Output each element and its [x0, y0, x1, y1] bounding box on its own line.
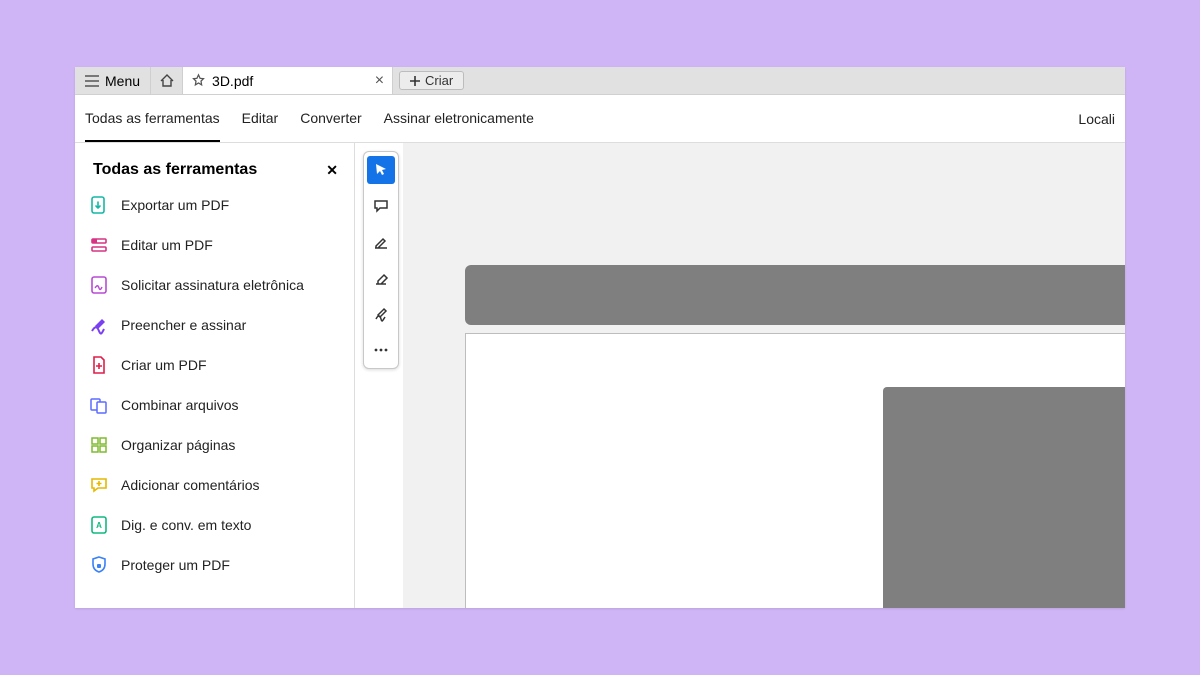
- cursor-icon: [373, 162, 389, 178]
- comment-icon: [373, 198, 389, 214]
- create-tab-button[interactable]: Criar: [399, 71, 464, 90]
- workspace: Todas as ferramentas ✕ Exportar um PDF E…: [75, 143, 1125, 608]
- export-pdf-icon: [89, 195, 109, 215]
- tool-label: Editar um PDF: [121, 237, 213, 253]
- home-icon: [159, 73, 175, 89]
- fill-sign-icon: [89, 315, 109, 335]
- create-pdf-icon: [89, 355, 109, 375]
- nav-item-sign[interactable]: Assinar eletronicamente: [384, 96, 534, 142]
- sidebar-title: Todas as ferramentas: [93, 161, 257, 179]
- document-area[interactable]: [403, 143, 1125, 608]
- tool-sign[interactable]: [367, 300, 395, 328]
- tool-label: Combinar arquivos: [121, 397, 239, 413]
- tool-scan-ocr[interactable]: A Dig. e conv. em texto: [89, 515, 340, 535]
- pen-icon: [373, 306, 389, 322]
- request-signature-icon: [89, 275, 109, 295]
- protect-pdf-icon: [89, 555, 109, 575]
- menu-button[interactable]: Menu: [75, 67, 151, 94]
- nav-item-convert[interactable]: Converter: [300, 96, 361, 142]
- sidebar-close-button[interactable]: ✕: [326, 162, 338, 179]
- tool-comment[interactable]: [367, 192, 395, 220]
- tool-protect-pdf[interactable]: Proteger um PDF: [89, 555, 340, 575]
- hamburger-icon: [85, 75, 99, 87]
- tab-title: 3D.pdf: [212, 73, 253, 89]
- tool-highlight[interactable]: [367, 228, 395, 256]
- tool-label: Dig. e conv. em texto: [121, 517, 251, 533]
- tool-create-pdf[interactable]: Criar um PDF: [89, 355, 340, 375]
- tool-label: Proteger um PDF: [121, 557, 230, 573]
- tool-label: Adicionar comentários: [121, 477, 260, 493]
- app-window: Menu 3D.pdf × Criar Todas as ferramentas…: [75, 67, 1125, 608]
- menu-label: Menu: [105, 73, 140, 89]
- tool-label: Preencher e assinar: [121, 317, 246, 333]
- plus-icon: [410, 76, 420, 86]
- tool-label: Solicitar assinatura eletrônica: [121, 277, 304, 293]
- tool-export-pdf[interactable]: Exportar um PDF: [89, 195, 340, 215]
- nav-item-find[interactable]: Locali: [1078, 111, 1115, 127]
- placeholder-block-top: [465, 265, 1125, 325]
- create-label: Criar: [425, 73, 453, 88]
- placeholder-block-side: [883, 387, 1125, 608]
- document-tab[interactable]: 3D.pdf ×: [183, 67, 393, 94]
- sidebar-header: Todas as ferramentas ✕: [83, 155, 346, 191]
- tool-strip-container: [355, 143, 403, 608]
- scan-ocr-icon: A: [89, 515, 109, 535]
- more-icon: [373, 348, 389, 352]
- organize-pages-icon: [89, 435, 109, 455]
- tab-close-button[interactable]: ×: [375, 72, 384, 90]
- nav-item-edit[interactable]: Editar: [242, 96, 279, 142]
- nav-bar: Todas as ferramentas Editar Converter As…: [75, 95, 1125, 143]
- tool-label: Criar um PDF: [121, 357, 207, 373]
- add-comments-icon: [89, 475, 109, 495]
- combine-files-icon: [89, 395, 109, 415]
- tool-organize-pages[interactable]: Organizar páginas: [89, 435, 340, 455]
- home-button[interactable]: [151, 67, 183, 94]
- tool-eraser[interactable]: [367, 264, 395, 292]
- tab-bar: Menu 3D.pdf × Criar: [75, 67, 1125, 95]
- tool-add-comments[interactable]: Adicionar comentários: [89, 475, 340, 495]
- tool-edit-pdf[interactable]: Editar um PDF: [89, 235, 340, 255]
- tool-combine-files[interactable]: Combinar arquivos: [89, 395, 340, 415]
- tool-label: Organizar páginas: [121, 437, 235, 453]
- eraser-icon: [373, 270, 389, 286]
- tools-sidebar: Todas as ferramentas ✕ Exportar um PDF E…: [75, 143, 355, 608]
- nav-item-all-tools[interactable]: Todas as ferramentas: [85, 96, 220, 142]
- svg-text:A: A: [96, 521, 102, 530]
- tool-request-signature[interactable]: Solicitar assinatura eletrônica: [89, 275, 340, 295]
- tool-strip: [363, 151, 399, 369]
- edit-pdf-icon: [89, 235, 109, 255]
- tool-fill-sign[interactable]: Preencher e assinar: [89, 315, 340, 335]
- tool-select[interactable]: [367, 156, 395, 184]
- star-icon: [191, 73, 206, 88]
- tool-label: Exportar um PDF: [121, 197, 229, 213]
- tool-more[interactable]: [367, 336, 395, 364]
- highlighter-icon: [373, 234, 389, 250]
- tool-list: Exportar um PDF Editar um PDF Solicitar …: [83, 191, 346, 579]
